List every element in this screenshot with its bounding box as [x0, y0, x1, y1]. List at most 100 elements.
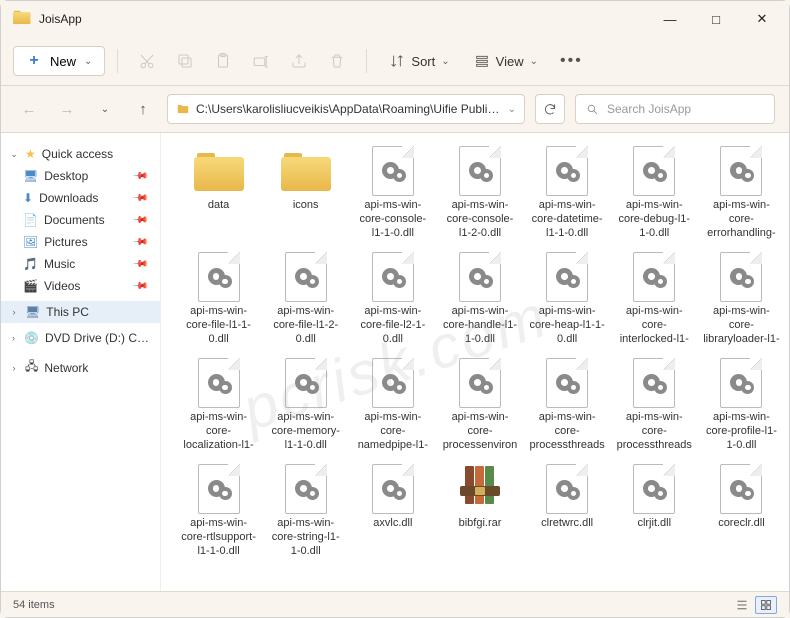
- file-item[interactable]: api-ms-win-core-handle-l1-1-0.dll: [436, 249, 523, 355]
- sort-icon: [389, 53, 405, 69]
- folder-icon: [194, 151, 244, 191]
- icons-view-button[interactable]: [755, 596, 777, 614]
- file-item[interactable]: api-ms-win-core-processenvironment-l1-1-…: [436, 355, 523, 461]
- sidebar-item-videos[interactable]: 🎬Videos📌: [1, 275, 160, 297]
- file-item[interactable]: api-ms-win-core-console-l1-1-0.dll: [349, 143, 436, 249]
- rename-button[interactable]: [244, 46, 278, 76]
- dll-icon: [372, 464, 414, 514]
- file-name: api-ms-win-core-file-l1-1-0.dll: [177, 305, 260, 346]
- documents-icon: 📄: [23, 213, 38, 227]
- file-item[interactable]: api-ms-win-core-interlocked-l1-1-0.dll: [611, 249, 698, 355]
- sidebar-network[interactable]: › 🖧 Network: [1, 353, 160, 382]
- file-name: icons: [290, 199, 322, 213]
- file-item[interactable]: api-ms-win-core-namedpipe-l1-1-0.dll: [349, 355, 436, 461]
- file-name: api-ms-win-core-processthreads-l1-1-0.dl…: [526, 411, 609, 453]
- cut-button[interactable]: [130, 46, 164, 76]
- copy-button[interactable]: [168, 46, 202, 76]
- pin-icon: 📌: [131, 278, 148, 295]
- sidebar-quick-access[interactable]: ⌄ ★ Quick access: [1, 143, 160, 165]
- file-item[interactable]: axvlc.dll: [349, 461, 436, 567]
- file-item[interactable]: api-ms-win-core-processthreads-l1-1-1.dl…: [611, 355, 698, 461]
- paste-button[interactable]: [206, 46, 240, 76]
- address-bar[interactable]: C:\Users\karolisliucveikis\AppData\Roami…: [167, 94, 525, 124]
- file-name: api-ms-win-core-errorhandling-l1-1-0.dll: [700, 199, 783, 241]
- address-row: ← → ⌄ ↑ C:\Users\karolisliucveikis\AppDa…: [1, 86, 789, 132]
- window-title: JoisApp: [39, 12, 647, 26]
- dll-icon: [198, 464, 240, 514]
- disc-icon: 💿: [24, 331, 39, 345]
- chevron-right-icon: ›: [9, 363, 19, 373]
- refresh-button[interactable]: [535, 94, 565, 124]
- file-item[interactable]: api-ms-win-core-datetime-l1-1-0.dll: [524, 143, 611, 249]
- rar-icon: [458, 464, 502, 514]
- sidebar-item-desktop[interactable]: 🖥Desktop📌: [1, 165, 160, 187]
- file-item[interactable]: api-ms-win-core-string-l1-1-0.dll: [262, 461, 349, 567]
- dll-icon: [546, 464, 588, 514]
- file-item[interactable]: coreclr.dll: [698, 461, 785, 567]
- maximize-button[interactable]: □: [693, 3, 739, 35]
- dll-icon: [546, 252, 588, 302]
- file-name: api-ms-win-core-libraryloader-l1-1-0.dll: [700, 305, 783, 347]
- file-item[interactable]: api-ms-win-core-console-l1-2-0.dll: [436, 143, 523, 249]
- file-item[interactable]: api-ms-win-core-libraryloader-l1-1-0.dll: [698, 249, 785, 355]
- address-path: C:\Users\karolisliucveikis\AppData\Roami…: [196, 102, 502, 116]
- file-item[interactable]: api-ms-win-core-processthreads-l1-1-0.dl…: [524, 355, 611, 461]
- delete-button[interactable]: [320, 46, 354, 76]
- details-view-button[interactable]: [731, 596, 753, 614]
- file-item[interactable]: clretwrc.dll: [524, 461, 611, 567]
- sidebar-this-pc[interactable]: › 🖥 This PC: [1, 301, 160, 323]
- dll-icon: [720, 358, 762, 408]
- sidebar-item-pictures[interactable]: 🖼Pictures📌: [1, 231, 160, 253]
- dll-icon: [720, 464, 762, 514]
- sidebar: ⌄ ★ Quick access 🖥Desktop📌⬇Downloads📌📄Do…: [1, 133, 161, 591]
- recent-dropdown[interactable]: ⌄: [91, 95, 119, 123]
- chevron-down-icon[interactable]: ⌄: [508, 104, 516, 115]
- dll-icon: [459, 252, 501, 302]
- file-item[interactable]: bibfgi.rar: [436, 461, 523, 567]
- view-icon: [474, 53, 490, 69]
- up-button[interactable]: ↑: [129, 95, 157, 123]
- file-item[interactable]: api-ms-win-core-rtlsupport-l1-1-0.dll: [175, 461, 262, 567]
- file-item[interactable]: icons: [262, 143, 349, 249]
- sidebar-item-documents[interactable]: 📄Documents📌: [1, 209, 160, 231]
- file-item[interactable]: data: [175, 143, 262, 249]
- search-placeholder: Search JoisApp: [607, 102, 691, 116]
- file-item[interactable]: api-ms-win-core-file-l1-2-0.dll: [262, 249, 349, 355]
- file-name: axvlc.dll: [370, 517, 415, 531]
- file-item[interactable]: api-ms-win-core-heap-l1-1-0.dll: [524, 249, 611, 355]
- file-item[interactable]: api-ms-win-core-localization-l1-2-0.dll: [175, 355, 262, 461]
- file-name: api-ms-win-core-file-l2-1-0.dll: [351, 305, 434, 346]
- file-name: coreclr.dll: [715, 517, 767, 531]
- music-icon: 🎵: [23, 257, 38, 271]
- chevron-right-icon: ›: [9, 307, 19, 317]
- sidebar-item-downloads[interactable]: ⬇Downloads📌: [1, 187, 160, 209]
- sidebar-item-label: Downloads: [39, 191, 98, 205]
- file-item[interactable]: api-ms-win-core-profile-l1-1-0.dll: [698, 355, 785, 461]
- file-name: api-ms-win-core-localization-l1-2-0.dll: [177, 411, 260, 453]
- file-item[interactable]: api-ms-win-core-memory-l1-1-0.dll: [262, 355, 349, 461]
- sidebar-dvd[interactable]: › 💿 DVD Drive (D:) CCCC: [1, 327, 160, 349]
- new-button[interactable]: + New ⌄: [13, 46, 105, 76]
- desktop-icon: 🖥: [23, 169, 38, 183]
- videos-icon: 🎬: [23, 279, 38, 293]
- dll-icon: [198, 358, 240, 408]
- share-button[interactable]: [282, 46, 316, 76]
- file-item[interactable]: api-ms-win-core-file-l1-1-0.dll: [175, 249, 262, 355]
- minimize-button[interactable]: —: [647, 3, 693, 35]
- close-button[interactable]: ✕: [739, 3, 785, 35]
- view-button[interactable]: View ⌄: [464, 47, 548, 75]
- file-grid: data icons api-ms-win-core-console-l1-1-0.…: [161, 133, 789, 591]
- pin-icon: 📌: [131, 168, 148, 185]
- sidebar-item-music[interactable]: 🎵Music📌: [1, 253, 160, 275]
- back-button[interactable]: ←: [15, 95, 43, 123]
- file-name: api-ms-win-core-datetime-l1-1-0.dll: [526, 199, 609, 240]
- file-item[interactable]: api-ms-win-core-debug-l1-1-0.dll: [611, 143, 698, 249]
- file-name: api-ms-win-core-processthreads-l1-1-1.dl…: [613, 411, 696, 453]
- search-input[interactable]: Search JoisApp: [575, 94, 775, 124]
- more-button[interactable]: •••: [552, 52, 591, 70]
- forward-button[interactable]: →: [53, 95, 81, 123]
- sort-button[interactable]: Sort ⌄: [379, 47, 459, 75]
- file-item[interactable]: api-ms-win-core-file-l2-1-0.dll: [349, 249, 436, 355]
- file-item[interactable]: clrjit.dll: [611, 461, 698, 567]
- file-item[interactable]: api-ms-win-core-errorhandling-l1-1-0.dll: [698, 143, 785, 249]
